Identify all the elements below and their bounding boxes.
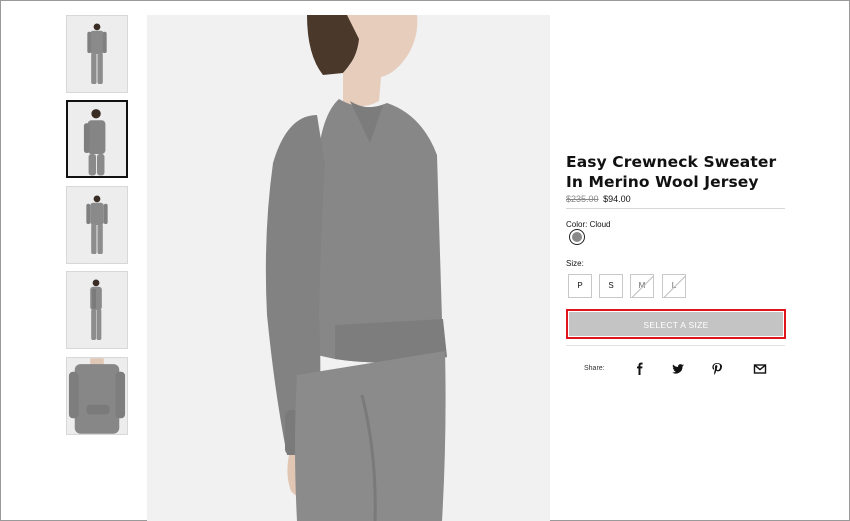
product-title-line-1: Easy Crewneck Sweater xyxy=(566,153,777,171)
divider xyxy=(566,208,785,209)
size-button-l[interactable]: L xyxy=(662,274,686,298)
thumbnail-2[interactable] xyxy=(66,100,128,178)
thumbnail-image xyxy=(67,272,127,348)
facebook-icon[interactable] xyxy=(633,362,647,376)
unavailable-strike xyxy=(664,275,685,297)
size-label: Size: xyxy=(566,259,584,268)
thumbnail-4[interactable] xyxy=(66,271,128,349)
twitter-icon[interactable] xyxy=(671,362,685,376)
size-button-s[interactable]: S xyxy=(599,274,623,298)
product-title: Easy Crewneck Sweater In Merino Wool Jer… xyxy=(566,152,786,192)
thumbnail-5[interactable] xyxy=(66,357,128,435)
thumbnail-image xyxy=(67,187,127,263)
unavailable-strike xyxy=(632,275,653,297)
divider xyxy=(566,345,785,346)
color-label: Color: Cloud xyxy=(566,220,611,229)
thumbnail-image xyxy=(68,102,126,176)
model-photo xyxy=(147,15,550,521)
thumbnail-3[interactable] xyxy=(66,186,128,264)
size-button-label: S xyxy=(608,281,614,290)
pinterest-icon[interactable] xyxy=(710,362,724,376)
thumbnail-image xyxy=(67,358,127,434)
email-icon[interactable] xyxy=(753,362,767,376)
size-button-p[interactable]: P xyxy=(568,274,592,298)
color-swatch-fill xyxy=(572,232,582,242)
select-size-button[interactable]: SELECT A SIZE xyxy=(569,312,783,336)
sale-price: $94.00 xyxy=(603,194,631,204)
main-product-image xyxy=(147,15,550,521)
size-button-label: P xyxy=(577,281,583,290)
product-title-line-2: In Merino Wool Jersey xyxy=(566,173,759,191)
share-label: Share: xyxy=(584,365,605,372)
product-info: Easy Crewneck Sweater In Merino Wool Jer… xyxy=(566,152,786,192)
thumbnail-image xyxy=(67,16,127,92)
color-swatch-cloud[interactable] xyxy=(569,229,585,245)
thumbnail-1[interactable] xyxy=(66,15,128,93)
product-price: $235.00 $94.00 xyxy=(566,194,631,204)
size-button-m[interactable]: M xyxy=(630,274,654,298)
original-price: $235.00 xyxy=(566,194,599,204)
